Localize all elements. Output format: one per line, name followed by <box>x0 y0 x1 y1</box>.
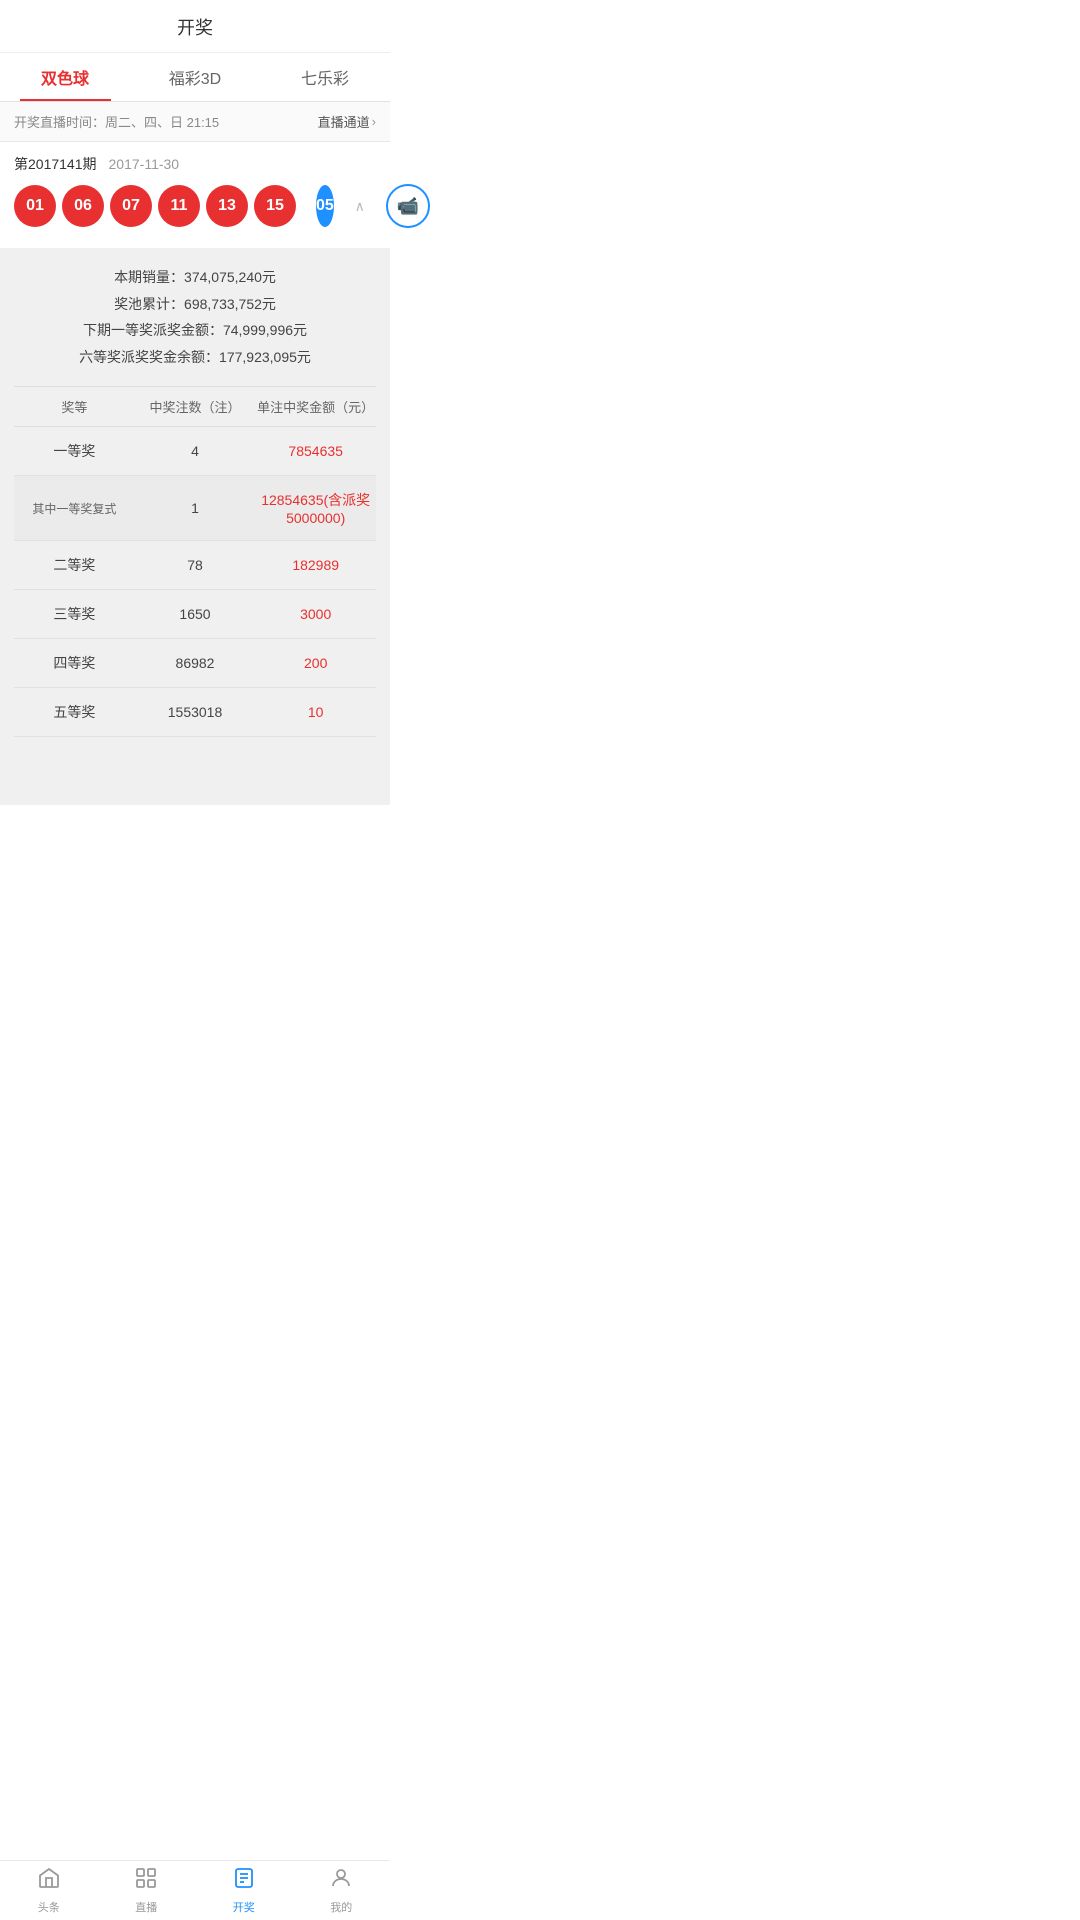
nav-lottery-label: 开奖 <box>233 1899 255 1915</box>
prize-row-4: 四等奖 86982 200 <box>14 639 376 688</box>
prize-level-2: 二等奖 <box>14 555 135 575</box>
prize-count-4: 86982 <box>135 655 256 671</box>
red-ball-4: 11 <box>158 185 200 227</box>
prize-count-3: 1650 <box>135 606 256 622</box>
prize-row-1: 一等奖 4 7854635 <box>14 427 376 476</box>
header-level: 奖等 <box>14 397 135 416</box>
prize-level-3: 三等奖 <box>14 604 135 624</box>
prize-amount-5: 10 <box>255 704 376 720</box>
prize-amount-2: 182989 <box>255 557 376 573</box>
prize-level-1: 一等奖 <box>14 441 135 461</box>
prize-level-5: 五等奖 <box>14 702 135 722</box>
draw-date: 2017-11-30 <box>109 156 180 172</box>
prize-amount-1: 7854635 <box>255 443 376 459</box>
lottery-icon <box>232 1866 256 1896</box>
prize-level-4: 四等奖 <box>14 653 135 673</box>
prize-level-sub: 其中一等奖复式 <box>14 500 135 517</box>
draw-period: 第2017141期 <box>14 154 97 174</box>
broadcast-bar: 开奖直播时间：周二、四、日 21:15 直播通道 › <box>0 102 390 142</box>
nav-live[interactable]: 直播 <box>98 1861 196 1920</box>
prize-amount-sub: 12854635(含派奖5000000) <box>255 490 376 526</box>
summary-sixth: 六等奖派奖奖金余额：177,923,095元 <box>14 344 376 371</box>
bottom-nav: 头条 直播 开奖 <box>0 1860 390 1920</box>
red-balls-container: 01 06 07 11 13 15 <box>14 185 296 227</box>
draw-header: 第2017141期 2017-11-30 <box>14 154 376 174</box>
nav-live-label: 直播 <box>135 1899 157 1915</box>
prize-amount-3: 3000 <box>255 606 376 622</box>
prize-table-header: 奖等 中奖注数（注） 单注中奖金额（元） <box>14 386 376 427</box>
detail-panel: 本期销量：374,075,240元 奖池累计：698,733,752元 下期一等… <box>0 248 390 805</box>
red-ball-2: 06 <box>62 185 104 227</box>
triangle-pointer <box>183 236 207 248</box>
prize-count-sub: 1 <box>135 500 256 516</box>
nav-lottery[interactable]: 开奖 <box>195 1861 293 1920</box>
prize-count-5: 1553018 <box>135 704 256 720</box>
nav-home[interactable]: 头条 <box>0 1861 98 1920</box>
video-button[interactable]: 📹 <box>386 184 430 228</box>
nav-mine[interactable]: 我的 <box>293 1861 391 1920</box>
video-icon: 📹 <box>397 196 419 217</box>
prize-row-2: 二等奖 78 182989 <box>14 541 376 590</box>
prize-amount-4: 200 <box>255 655 376 671</box>
red-ball-3: 07 <box>110 185 152 227</box>
broadcast-time: 开奖直播时间：周二、四、日 21:15 <box>14 112 219 131</box>
page-title: 开奖 <box>0 0 390 53</box>
red-ball-6: 15 <box>254 185 296 227</box>
tab-bar: 双色球 福彩3D 七乐彩 <box>0 53 390 102</box>
summary-next-first: 下期一等奖派奖金额：74,999,996元 <box>14 317 376 344</box>
red-ball-1: 01 <box>14 185 56 227</box>
balls-row: 01 06 07 11 13 15 05 ∧ 📹 <box>14 184 376 228</box>
draw-section: 第2017141期 2017-11-30 01 06 07 11 13 15 0… <box>0 142 390 228</box>
tab-shuang[interactable]: 双色球 <box>0 53 130 101</box>
blue-ball: 05 <box>316 185 334 227</box>
summary-pool: 奖池累计：698,733,752元 <box>14 291 376 318</box>
summary-sales: 本期销量：374,075,240元 <box>14 264 376 291</box>
nav-mine-label: 我的 <box>330 1899 352 1915</box>
collapse-button[interactable]: ∧ <box>344 190 376 222</box>
tab-qilecai[interactable]: 七乐彩 <box>260 53 390 101</box>
prize-row-sub: 其中一等奖复式 1 12854635(含派奖5000000) <box>14 476 376 541</box>
prize-row-3: 三等奖 1650 3000 <box>14 590 376 639</box>
red-ball-5: 13 <box>206 185 248 227</box>
broadcast-link-text: 直播通道 <box>318 112 370 131</box>
live-icon <box>134 1866 158 1896</box>
header-amount: 单注中奖金额（元） <box>255 397 376 416</box>
balls-right-controls: ∧ 📹 <box>344 184 430 228</box>
prize-row-5: 五等奖 1553018 10 <box>14 688 376 737</box>
prize-count-1: 4 <box>135 443 256 459</box>
tab-fucai3d[interactable]: 福彩3D <box>130 53 260 101</box>
home-icon <box>37 1866 61 1896</box>
mine-icon <box>329 1866 353 1896</box>
nav-home-label: 头条 <box>38 1899 60 1915</box>
chevron-right-icon: › <box>372 114 376 129</box>
header-count: 中奖注数（注） <box>135 397 256 416</box>
broadcast-link[interactable]: 直播通道 › <box>318 112 376 131</box>
summary-info: 本期销量：374,075,240元 奖池累计：698,733,752元 下期一等… <box>14 264 376 370</box>
prize-count-2: 78 <box>135 557 256 573</box>
